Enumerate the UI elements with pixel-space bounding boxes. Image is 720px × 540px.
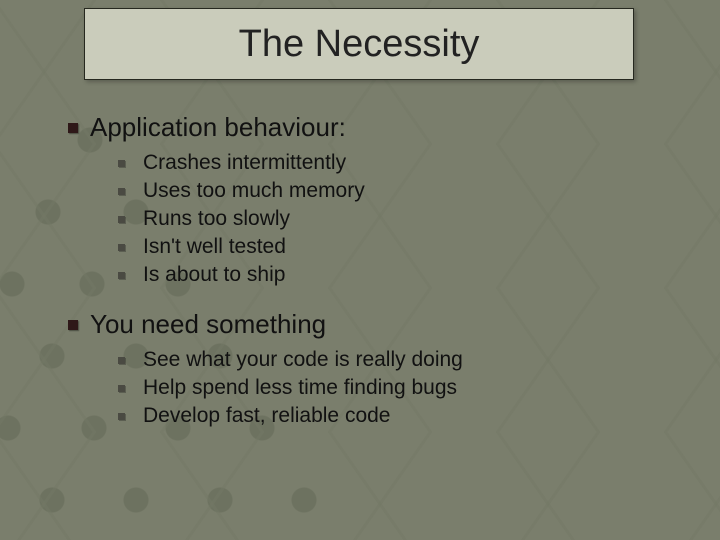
bullet-level2: Uses too much memory (118, 179, 668, 203)
slide-content: Application behaviour: Crashes intermitt… (68, 112, 668, 450)
list-item: Isn't well tested (143, 235, 286, 259)
sub-bullet-list: Crashes intermittently Uses too much mem… (118, 151, 668, 287)
bullet-level2: Runs too slowly (118, 207, 668, 231)
section-heading: You need something (90, 309, 326, 340)
bullet-level2: Help spend less time finding bugs (118, 376, 668, 400)
square-bullet-icon (118, 244, 125, 251)
square-bullet-icon (118, 160, 125, 167)
bullet-level2: Isn't well tested (118, 235, 668, 259)
list-item: Uses too much memory (143, 179, 365, 203)
list-item: See what your code is really doing (143, 348, 463, 372)
square-bullet-icon (118, 357, 125, 364)
bullet-level1: You need something (68, 309, 668, 340)
square-bullet-icon (118, 216, 125, 223)
bullet-level2: Develop fast, reliable code (118, 404, 668, 428)
bullet-level2: Is about to ship (118, 263, 668, 287)
bullet-level2: See what your code is really doing (118, 348, 668, 372)
square-bullet-icon (118, 385, 125, 392)
list-item: Develop fast, reliable code (143, 404, 390, 428)
square-bullet-icon (118, 188, 125, 195)
square-bullet-icon (68, 320, 78, 330)
section-heading: Application behaviour: (90, 112, 346, 143)
square-bullet-icon (118, 272, 125, 279)
list-item: Runs too slowly (143, 207, 290, 231)
bullet-level2: Crashes intermittently (118, 151, 668, 175)
slide-title-box: The Necessity (84, 8, 634, 80)
sub-bullet-list: See what your code is really doing Help … (118, 348, 668, 428)
slide-title: The Necessity (239, 23, 480, 66)
square-bullet-icon (118, 413, 125, 420)
list-item: Crashes intermittently (143, 151, 346, 175)
square-bullet-icon (68, 123, 78, 133)
list-item: Is about to ship (143, 263, 285, 287)
bullet-level1: Application behaviour: (68, 112, 668, 143)
list-item: Help spend less time finding bugs (143, 376, 457, 400)
